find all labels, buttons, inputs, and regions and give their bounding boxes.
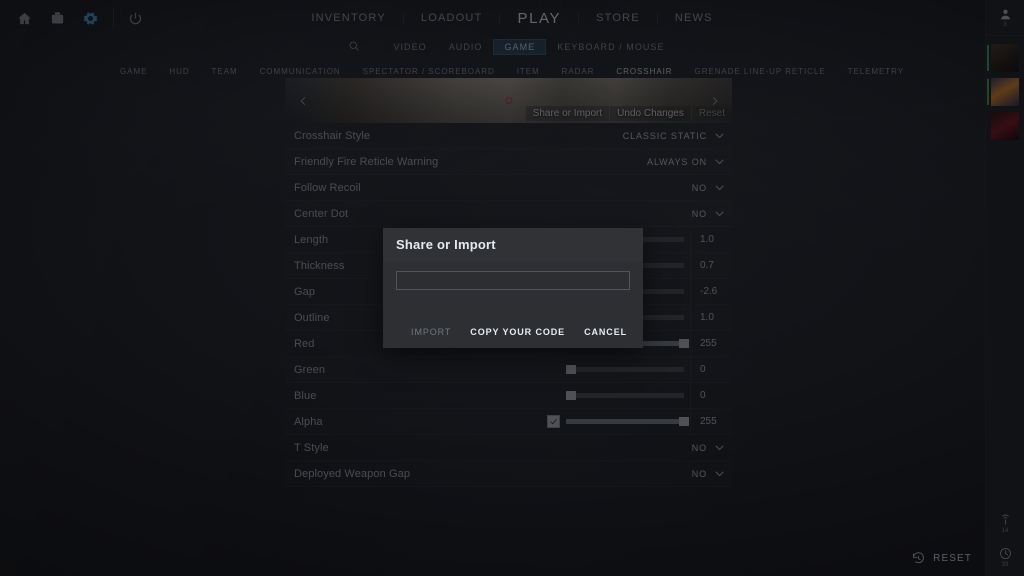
share-code-input[interactable] [396,271,630,290]
dialog-body [383,261,643,290]
share-or-import-dialog: Share or Import IMPORT COPY YOUR CODE CA… [383,228,643,348]
cancel-button[interactable]: CANCEL [584,327,627,337]
copy-your-code-button[interactable]: COPY YOUR CODE [470,327,565,337]
dialog-footer: IMPORT COPY YOUR CODE CANCEL [383,327,643,337]
dialog-title: Share or Import [396,237,496,252]
dialog-header: Share or Import [383,228,643,261]
import-button[interactable]: IMPORT [411,327,451,337]
app-root: INVENTORY LOADOUT PLAY STORE NEWS VIDEO … [0,0,1024,576]
